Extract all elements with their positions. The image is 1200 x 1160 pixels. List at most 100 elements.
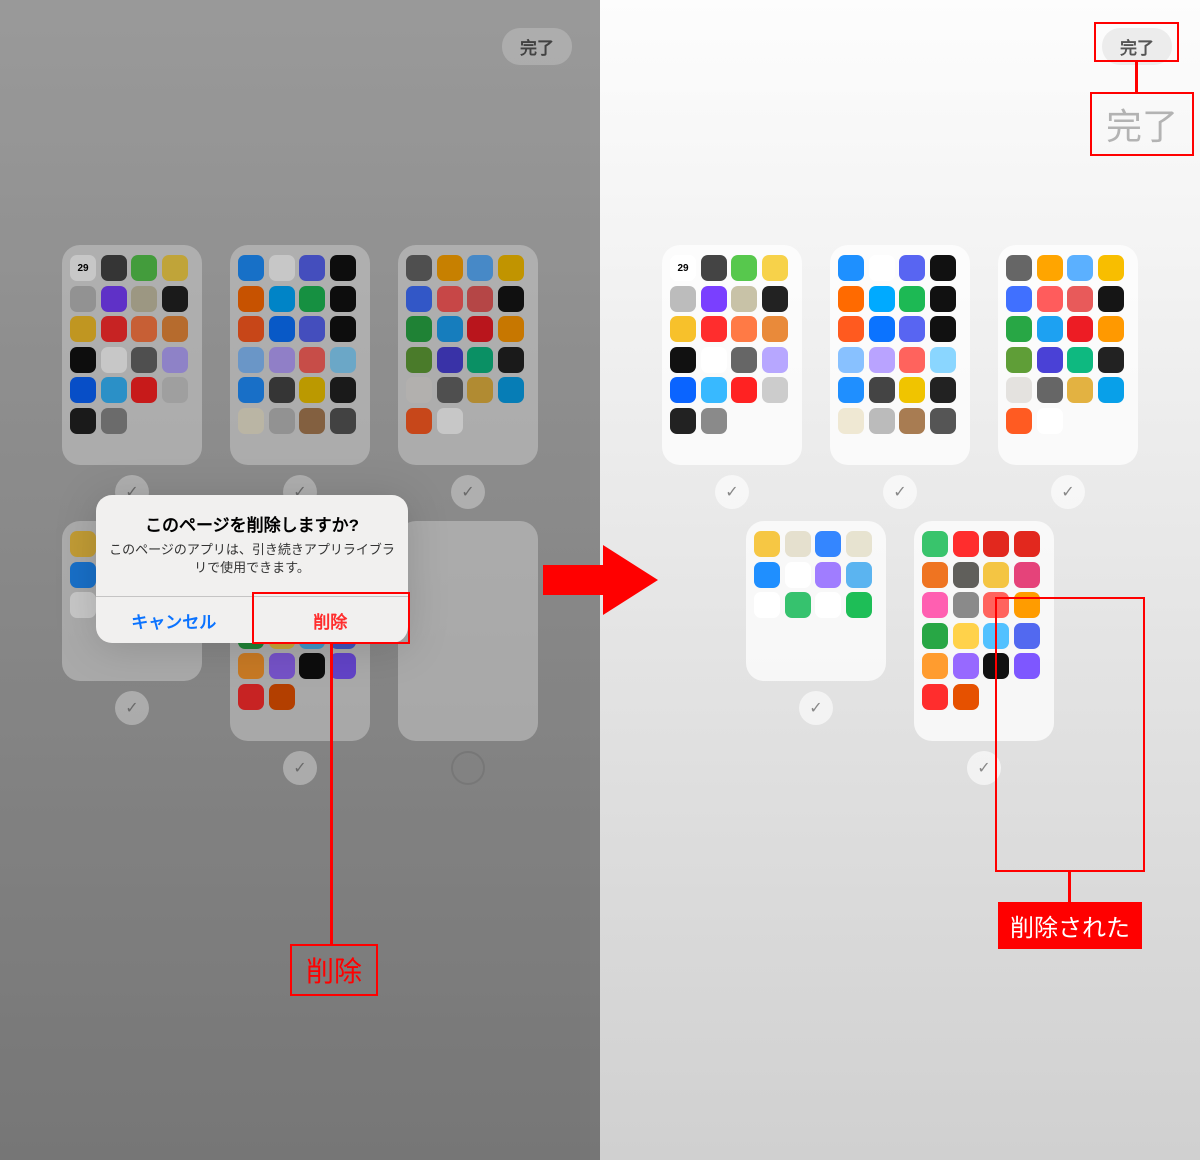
app-icon	[762, 377, 788, 403]
page-thumbnail[interactable]	[998, 245, 1138, 465]
app-icon	[846, 592, 872, 618]
app-icon	[869, 316, 895, 342]
callout-delete-highlight	[252, 592, 410, 644]
callout-line	[1135, 62, 1138, 92]
page-thumbnail[interactable]	[830, 245, 970, 465]
app-icon	[670, 347, 696, 373]
app-icon	[869, 377, 895, 403]
app-icon	[838, 408, 864, 434]
app-icon	[1067, 316, 1093, 342]
app-icon	[922, 531, 948, 557]
app-icon	[899, 377, 925, 403]
app-icon	[922, 623, 948, 649]
callout-done-highlight	[1094, 22, 1179, 62]
app-icon	[785, 531, 811, 557]
app-icon	[1037, 286, 1063, 312]
page-check[interactable]: ✓	[1051, 475, 1085, 509]
app-icon	[1006, 316, 1032, 342]
page-thumb[interactable]: ✓	[746, 521, 886, 785]
callout-delete-label: 削除	[290, 944, 378, 996]
app-icon	[1067, 347, 1093, 373]
app-icon	[922, 684, 948, 710]
app-icon	[838, 347, 864, 373]
app-icon	[838, 316, 864, 342]
page-thumb[interactable]: 29 ✓	[662, 245, 802, 509]
app-icon	[670, 316, 696, 342]
app-icon	[1014, 562, 1040, 588]
app-icon	[1067, 377, 1093, 403]
app-icon	[953, 562, 979, 588]
calendar-icon: 29	[670, 255, 696, 281]
cancel-button[interactable]: キャンセル	[96, 597, 253, 643]
app-icon	[930, 408, 956, 434]
app-icon	[762, 286, 788, 312]
page-thumbnail[interactable]: 29	[662, 245, 802, 465]
alert-message: このページのアプリは、引き続きアプリライブラリで使用できます。	[108, 541, 396, 576]
app-icon	[815, 562, 841, 588]
app-icon	[953, 531, 979, 557]
callout-deleted-label: 削除された	[998, 902, 1142, 949]
app-icon	[1098, 255, 1124, 281]
page-thumb[interactable]: ✓	[998, 245, 1138, 509]
app-icon	[1098, 347, 1124, 373]
page-check[interactable]: ✓	[799, 691, 833, 725]
app-icon	[1098, 286, 1124, 312]
app-icon	[899, 347, 925, 373]
app-icon	[1037, 255, 1063, 281]
app-icon	[838, 255, 864, 281]
app-icon	[838, 286, 864, 312]
app-icon	[1037, 347, 1063, 373]
app-icon	[922, 562, 948, 588]
page-thumbnail[interactable]	[746, 521, 886, 681]
app-icon	[1037, 408, 1063, 434]
page-check[interactable]: ✓	[715, 475, 749, 509]
app-icon	[1037, 316, 1063, 342]
app-icon	[930, 255, 956, 281]
app-icon	[838, 377, 864, 403]
app-icon	[983, 562, 1009, 588]
app-icon	[846, 531, 872, 557]
app-icon	[899, 286, 925, 312]
app-icon	[1006, 377, 1032, 403]
app-icon	[930, 316, 956, 342]
app-icon	[1037, 377, 1063, 403]
app-icon	[762, 255, 788, 281]
app-icon	[1006, 286, 1032, 312]
page-check[interactable]: ✓	[883, 475, 917, 509]
app-icon	[953, 623, 979, 649]
app-icon	[899, 255, 925, 281]
app-icon	[670, 377, 696, 403]
app-icon	[1006, 347, 1032, 373]
app-icon	[815, 531, 841, 557]
callout-done-label: 完了	[1090, 92, 1194, 156]
callout-line	[1068, 872, 1071, 902]
app-icon	[953, 684, 979, 710]
app-icon	[731, 316, 757, 342]
app-icon	[899, 316, 925, 342]
app-icon	[785, 562, 811, 588]
app-icon	[701, 316, 727, 342]
app-icon	[1098, 377, 1124, 403]
app-icon	[754, 531, 780, 557]
app-icon	[731, 255, 757, 281]
app-icon	[815, 592, 841, 618]
app-icon	[922, 592, 948, 618]
alert-title: このページを削除しますか?	[108, 511, 396, 536]
app-icon	[869, 286, 895, 312]
page-thumb[interactable]: ✓	[830, 245, 970, 509]
app-icon	[762, 347, 788, 373]
app-icon	[930, 286, 956, 312]
app-icon	[785, 592, 811, 618]
app-icon	[701, 255, 727, 281]
app-icon	[670, 408, 696, 434]
app-icon	[1067, 255, 1093, 281]
right-panel: 完了 29✓✓✓✓✓ 完了 削除された	[600, 0, 1200, 1160]
app-icon	[762, 316, 788, 342]
app-icon	[731, 347, 757, 373]
app-icon	[701, 408, 727, 434]
app-icon	[1098, 316, 1124, 342]
alert-body: このページを削除しますか? このページのアプリは、引き続きアプリライブラリで使用…	[96, 495, 408, 596]
app-icon	[701, 377, 727, 403]
app-icon	[731, 286, 757, 312]
app-icon	[701, 347, 727, 373]
